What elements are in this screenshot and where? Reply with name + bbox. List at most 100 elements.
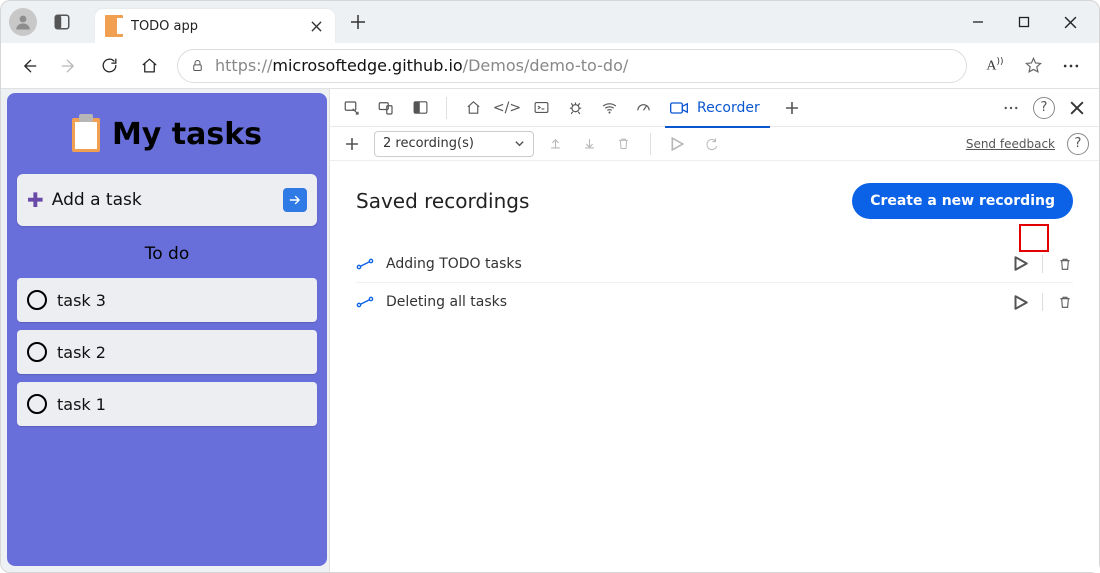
task-item[interactable]: task 3 — [17, 278, 317, 322]
console-icon — [533, 99, 550, 116]
tab-elements[interactable]: </> — [495, 96, 519, 120]
browser-toolbar: https://microsoftedge.github.io/Demos/de… — [1, 43, 1099, 89]
window-minimize-button[interactable] — [955, 6, 1001, 38]
task-label: task 3 — [57, 291, 106, 310]
devtools-settings-button[interactable] — [999, 96, 1023, 120]
read-aloud-icon: A)) — [986, 57, 1003, 75]
tab-performance[interactable] — [631, 96, 655, 120]
settings-menu-button[interactable] — [1053, 48, 1089, 84]
tab-recorder[interactable]: Recorder — [665, 89, 770, 127]
import-button[interactable] — [578, 132, 602, 156]
close-icon — [1070, 101, 1084, 115]
plus-icon — [785, 101, 799, 115]
recorder-body: Saved recordings Create a new recording … — [330, 161, 1099, 572]
tab-welcome[interactable] — [461, 96, 485, 120]
inspect-element-button[interactable] — [340, 96, 364, 120]
task-checkbox[interactable] — [27, 394, 47, 414]
devtools-close-button[interactable] — [1065, 96, 1089, 120]
devtools-tabbar: </> Recorder ? — [330, 89, 1099, 127]
recorder-icon — [669, 100, 689, 116]
recording-row[interactable]: Adding TODO tasks — [356, 245, 1073, 283]
home-button[interactable] — [131, 48, 167, 84]
arrow-right-icon — [288, 193, 302, 207]
question-icon: ? — [1075, 136, 1082, 151]
flow-icon — [356, 257, 374, 271]
chevron-down-icon — [514, 138, 525, 149]
star-icon — [1024, 56, 1043, 75]
recording-play-button[interactable] — [1013, 295, 1028, 310]
trash-icon — [1057, 294, 1073, 310]
tab-strip: TODO app — [1, 1, 1099, 43]
reload-button[interactable] — [91, 48, 127, 84]
url-text: https://microsoftedge.github.io/Demos/de… — [215, 56, 628, 75]
todo-app: My tasks ✚ Add a task To do task 3 — [7, 93, 327, 566]
tab-sources[interactable] — [563, 96, 587, 120]
close-icon — [1064, 16, 1077, 29]
ellipsis-icon — [1061, 56, 1081, 76]
window-maximize-button[interactable] — [1001, 6, 1047, 38]
task-label: task 2 — [57, 343, 106, 362]
plus-icon — [351, 15, 365, 29]
window-controls — [955, 6, 1093, 38]
export-button[interactable] — [544, 132, 568, 156]
back-button[interactable] — [11, 48, 47, 84]
address-bar[interactable]: https://microsoftedge.github.io/Demos/de… — [177, 49, 967, 83]
devtools-help-button[interactable]: ? — [1033, 97, 1055, 119]
todo-section-label: To do — [17, 240, 317, 264]
dock-position-button[interactable] — [408, 96, 432, 120]
bug-icon — [567, 99, 584, 116]
trash-icon — [1057, 256, 1073, 272]
window-close-button[interactable] — [1047, 6, 1093, 38]
browser-tab-active[interactable]: TODO app — [95, 9, 335, 43]
favicon-clipboard-icon — [105, 15, 123, 37]
send-feedback-link[interactable]: Send feedback — [966, 137, 1055, 151]
device-emulation-button[interactable] — [374, 96, 398, 120]
close-icon — [311, 21, 322, 32]
favorite-button[interactable] — [1015, 48, 1051, 84]
devices-icon — [377, 99, 395, 117]
maximize-icon — [1018, 16, 1030, 28]
add-task-submit-button[interactable] — [283, 188, 307, 212]
task-item[interactable]: task 1 — [17, 382, 317, 426]
delete-button[interactable] — [612, 132, 636, 156]
wifi-icon — [601, 99, 618, 116]
recording-delete-button[interactable] — [1057, 256, 1073, 272]
read-aloud-button[interactable]: A)) — [977, 48, 1013, 84]
devtools-panel: </> Recorder ? 2 recor — [329, 89, 1099, 572]
todo-title: My tasks — [112, 117, 262, 152]
recording-play-button[interactable] — [1013, 256, 1028, 271]
arrow-left-icon — [19, 56, 39, 76]
flow-icon — [356, 295, 374, 309]
task-checkbox[interactable] — [27, 290, 47, 310]
ellipsis-icon — [1002, 99, 1020, 117]
recordings-list: Adding TODO tasks Deleting all tasks — [356, 245, 1073, 321]
upload-icon — [548, 136, 563, 151]
play-button-toolbar[interactable] — [665, 132, 689, 156]
task-checkbox[interactable] — [27, 342, 47, 362]
profile-button[interactable] — [9, 8, 37, 36]
task-item[interactable]: task 2 — [17, 330, 317, 374]
workspaces-icon — [53, 13, 71, 31]
add-task-placeholder: Add a task — [52, 190, 142, 210]
forward-button[interactable] — [51, 48, 87, 84]
recording-delete-button[interactable] — [1057, 294, 1073, 310]
create-recording-button[interactable]: Create a new recording — [852, 183, 1073, 219]
recordings-selector[interactable]: 2 recording(s) — [374, 131, 534, 157]
clipboard-icon — [72, 118, 100, 152]
tab-network[interactable] — [597, 96, 621, 120]
workspaces-button[interactable] — [47, 7, 77, 37]
recording-name: Adding TODO tasks — [386, 256, 522, 272]
tab-console[interactable] — [529, 96, 553, 120]
redo-button[interactable] — [699, 132, 723, 156]
home-icon — [140, 56, 159, 75]
recording-row[interactable]: Deleting all tasks — [356, 283, 1073, 321]
plus-icon: ✚ — [27, 188, 44, 212]
tab-close-button[interactable] — [307, 17, 325, 35]
inspect-icon — [343, 99, 361, 117]
recorder-help-button[interactable]: ? — [1067, 133, 1089, 155]
add-task-input[interactable]: ✚ Add a task — [17, 174, 317, 226]
more-tabs-button[interactable] — [780, 96, 804, 120]
new-recording-button-small[interactable] — [340, 132, 364, 156]
task-label: task 1 — [57, 395, 106, 414]
new-tab-button[interactable] — [341, 5, 375, 39]
